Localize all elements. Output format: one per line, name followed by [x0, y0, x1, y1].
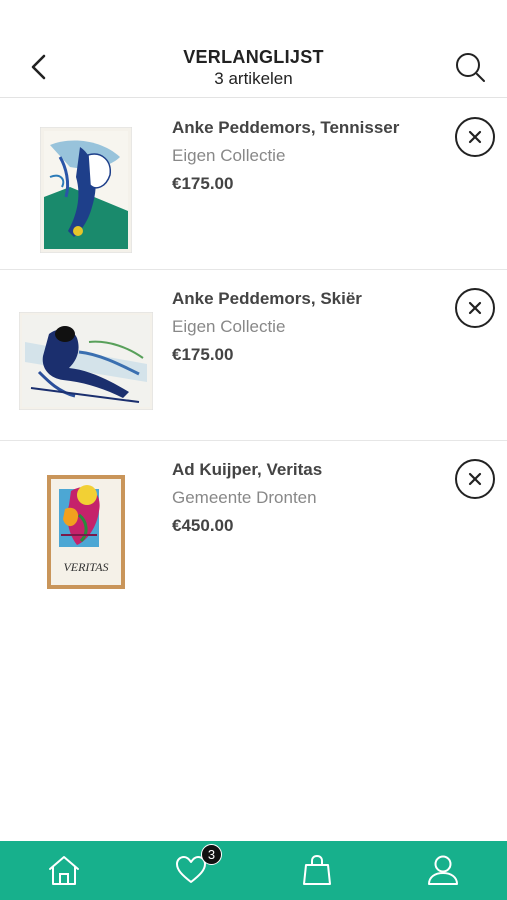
remove-button[interactable] [455, 117, 495, 157]
close-icon [468, 130, 482, 144]
bottom-tab-bar [0, 841, 507, 900]
item-title[interactable]: Ad Kuijper, Veritas [172, 461, 322, 479]
user-icon [428, 855, 458, 885]
search-button[interactable] [453, 50, 489, 86]
wishlist-item[interactable]: Anke Peddemors, Tennisser Eigen Collecti… [0, 99, 507, 270]
remove-button[interactable] [455, 459, 495, 499]
remove-button[interactable] [455, 288, 495, 328]
tab-cart[interactable] [300, 853, 334, 887]
wishlist: Anke Peddemors, Tennisser Eigen Collecti… [0, 99, 507, 612]
item-price: €175.00 [172, 345, 234, 364]
item-price: €175.00 [172, 174, 234, 193]
home-icon [49, 856, 79, 885]
header-titles: VERLANGLIJST 3 artikelen [0, 46, 507, 90]
item-collection: Gemeente Dronten [172, 488, 317, 507]
wishlist-item[interactable]: VERITAS Ad Kuijper, Veritas Gemeente Dro… [0, 441, 507, 612]
tab-home[interactable] [47, 853, 81, 887]
item-info: Anke Peddemors, Tennisser Eigen Collecti… [172, 119, 399, 193]
wishlist-item[interactable]: Anke Peddemors, Skiër Eigen Collectie €1… [0, 270, 507, 441]
artwork-text: VERITAS [63, 560, 108, 574]
wishlist-count-badge: 3 [201, 844, 222, 865]
close-icon [468, 301, 482, 315]
artwork-image: VERITAS [47, 475, 125, 589]
artwork-thumbnail-tennisser[interactable] [18, 127, 154, 253]
item-collection: Eigen Collectie [172, 317, 286, 336]
item-price: €450.00 [172, 516, 234, 535]
item-info: Anke Peddemors, Skiër Eigen Collectie €1… [172, 290, 362, 364]
item-count: 3 artikelen [214, 69, 293, 88]
item-collection: Eigen Collectie [172, 146, 286, 165]
item-title[interactable]: Anke Peddemors, Skiër [172, 290, 362, 308]
search-icon [456, 53, 485, 82]
page-title: VERLANGLIJST [183, 47, 324, 67]
artwork-thumbnail-skier[interactable] [18, 298, 154, 424]
tab-account[interactable] [426, 853, 460, 887]
item-info: Ad Kuijper, Veritas Gemeente Dronten €45… [172, 461, 322, 535]
artwork-image [19, 312, 153, 410]
top-bar: VERLANGLIJST 3 artikelen [0, 0, 507, 98]
item-title[interactable]: Anke Peddemors, Tennisser [172, 119, 399, 137]
bag-icon [303, 854, 331, 885]
artwork-image [40, 127, 132, 253]
artwork-thumbnail-veritas[interactable]: VERITAS [18, 469, 154, 595]
close-icon [468, 472, 482, 486]
